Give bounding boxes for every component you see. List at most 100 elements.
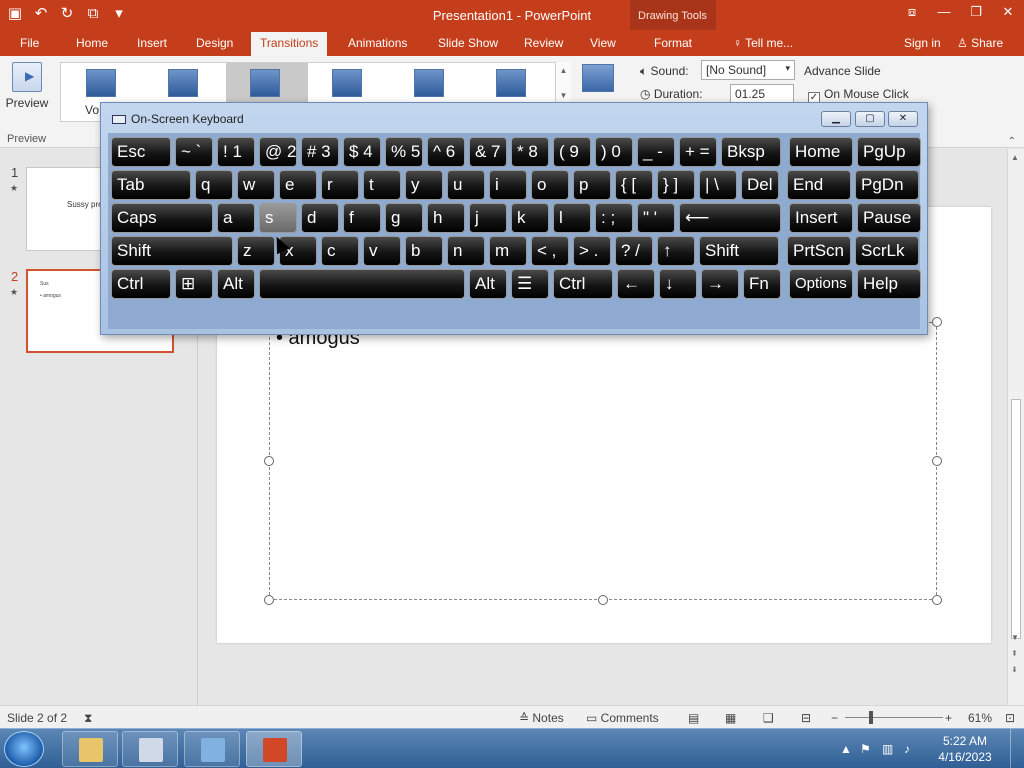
key-bksp[interactable]: Bksp — [721, 137, 781, 167]
key-6[interactable]: ^ 6 — [427, 137, 465, 167]
reading-view-icon[interactable]: ❑ — [763, 711, 774, 725]
transition-shred-icon[interactable] — [168, 69, 198, 97]
taskbar-explorer[interactable] — [62, 731, 118, 767]
key-c[interactable]: c — [321, 236, 359, 266]
osk-title-bar[interactable]: On-Screen Keyboard ▁ ▢ ✕ — [101, 103, 927, 133]
clock[interactable]: 5:22 AM 4/16/2023 — [930, 733, 1000, 765]
key-del[interactable]: Del — [741, 170, 779, 200]
normal-view-icon[interactable]: ▤ — [688, 711, 699, 725]
key-a[interactable]: a — [217, 203, 255, 233]
minimize-icon[interactable]: — — [928, 0, 960, 24]
key-pause[interactable]: Pause — [857, 203, 921, 233]
close-icon[interactable]: ✕ — [992, 0, 1024, 24]
content-placeholder[interactable]: • amogus — [264, 317, 942, 605]
key-fn[interactable]: Fn — [743, 269, 781, 299]
zoom-slider[interactable] — [845, 717, 943, 718]
key-9[interactable]: ( 9 — [553, 137, 591, 167]
key-sym-2-12[interactable]: ⟵ — [679, 203, 781, 233]
key-scrlk[interactable]: ScrLk — [855, 236, 919, 266]
tray-expand-icon[interactable]: ▲ — [840, 742, 852, 756]
key-7[interactable]: & 7 — [469, 137, 507, 167]
zoom-slider-knob[interactable] — [869, 711, 873, 724]
start-button-icon[interactable] — [4, 731, 44, 767]
key-sym-2-11[interactable]: " ' — [637, 203, 675, 233]
key-sym-1-11[interactable]: { [ — [615, 170, 653, 200]
key-f[interactable]: f — [343, 203, 381, 233]
key-insert[interactable]: Insert — [789, 203, 853, 233]
key-sym-4-9[interactable]: → — [701, 269, 739, 299]
restore-icon[interactable]: ❐ — [960, 0, 992, 24]
show-desktop-button[interactable] — [1010, 729, 1024, 768]
tab-transitions[interactable]: Transitions — [251, 32, 328, 56]
share-button[interactable]: ♙ Share — [957, 36, 1003, 50]
resize-handle[interactable] — [932, 595, 942, 605]
key-l[interactable]: l — [553, 203, 591, 233]
key-z[interactable]: z — [237, 236, 275, 266]
key-sym-4-1[interactable]: ⊞ — [175, 269, 213, 299]
slide-show-icon[interactable]: ⊟ — [801, 711, 811, 725]
key-sym-2-10[interactable]: : ; — [595, 203, 633, 233]
notes-button[interactable]: ≙ Notes — [519, 711, 564, 725]
key-u[interactable]: u — [447, 170, 485, 200]
key-r[interactable]: r — [321, 170, 359, 200]
key-j[interactable]: j — [469, 203, 507, 233]
fit-slide-icon[interactable]: ⊡ — [1005, 711, 1015, 725]
tab-view[interactable]: View — [590, 36, 616, 50]
ribbon-display-options-icon[interactable]: ⧈ — [896, 0, 928, 24]
taskbar-control-panel[interactable] — [184, 731, 240, 767]
key-space[interactable] — [259, 269, 465, 299]
key-sym-1-12[interactable]: } ] — [657, 170, 695, 200]
key-s[interactable]: s — [259, 203, 297, 233]
key-0[interactable]: ) 0 — [595, 137, 633, 167]
key-d[interactable]: d — [301, 203, 339, 233]
key-g[interactable]: g — [385, 203, 423, 233]
previous-slide-icon[interactable]: ⇞ — [1011, 649, 1018, 658]
key-sym-3-10[interactable]: ? / — [615, 236, 653, 266]
scroll-thumb[interactable] — [1011, 399, 1021, 639]
key-shift[interactable]: Shift — [111, 236, 233, 266]
key-e[interactable]: e — [279, 170, 317, 200]
key-4[interactable]: $ 4 — [343, 137, 381, 167]
comments-button[interactable]: ▭ Comments — [586, 711, 659, 725]
key-help[interactable]: Help — [857, 269, 921, 299]
key-alt[interactable]: Alt — [469, 269, 507, 299]
taskbar-osk[interactable] — [122, 731, 178, 767]
transition-gallery-icon[interactable] — [414, 69, 444, 97]
key-alt[interactable]: Alt — [217, 269, 255, 299]
key-sym-1-13[interactable]: | \ — [699, 170, 737, 200]
next-slide-icon[interactable]: ⇟ — [1011, 665, 1018, 674]
scroll-down-icon[interactable]: ▼ — [1011, 633, 1019, 642]
transition-vortex-icon[interactable] — [86, 69, 116, 97]
key-sym-3-8[interactable]: < , — [531, 236, 569, 266]
tab-animations[interactable]: Animations — [348, 36, 407, 50]
key-sym-3-9[interactable]: > . — [573, 236, 611, 266]
key-b[interactable]: b — [405, 236, 443, 266]
key-home[interactable]: Home — [789, 137, 853, 167]
key-n[interactable]: n — [447, 236, 485, 266]
zoom-in-icon[interactable]: + — [945, 711, 952, 725]
key-end[interactable]: End — [787, 170, 851, 200]
key-5[interactable]: % 5 — [385, 137, 423, 167]
key-ctrl[interactable]: Ctrl — [111, 269, 171, 299]
scroll-up-icon[interactable]: ▲ — [556, 66, 571, 75]
key-y[interactable]: y — [405, 170, 443, 200]
scroll-down-icon[interactable]: ▼ — [556, 91, 571, 100]
action-center-icon[interactable]: ⚑ — [860, 742, 871, 756]
transition-flip-icon[interactable] — [332, 69, 362, 97]
resize-handle[interactable] — [264, 456, 274, 466]
resize-handle[interactable] — [932, 317, 942, 327]
spelling-check-icon[interactable]: ⧗ — [84, 711, 92, 726]
key-options[interactable]: Options — [789, 269, 853, 299]
key-sym-4-8[interactable]: ↓ — [659, 269, 697, 299]
key-pgdn[interactable]: PgDn — [855, 170, 919, 200]
key-ctrl[interactable]: Ctrl — [553, 269, 613, 299]
key-o[interactable]: o — [531, 170, 569, 200]
key-3[interactable]: # 3 — [301, 137, 339, 167]
key-1[interactable]: ! 1 — [217, 137, 255, 167]
key-caps[interactable]: Caps — [111, 203, 213, 233]
tab-review[interactable]: Review — [524, 36, 563, 50]
transition-switch-icon[interactable] — [250, 69, 280, 97]
duration-spinner[interactable]: 01.25 — [730, 84, 794, 104]
key-sym-4-7[interactable]: ← — [617, 269, 655, 299]
key-h[interactable]: h — [427, 203, 465, 233]
